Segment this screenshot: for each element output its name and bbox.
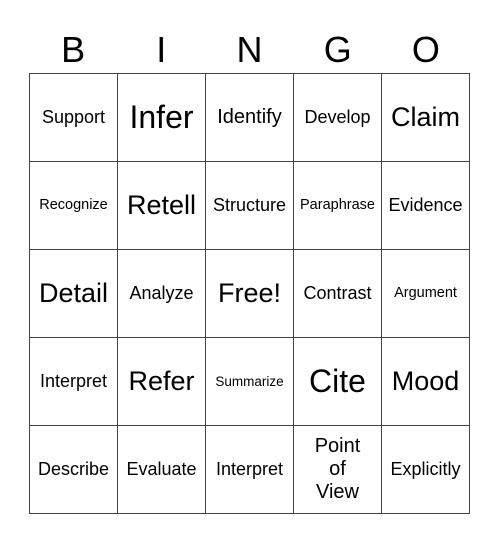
bingo-cell: Mood [381, 337, 469, 425]
bingo-cell: Identify [205, 73, 293, 161]
header-letter-b: B [61, 29, 86, 70]
bingo-header: B I N G O [29, 28, 470, 72]
header-letter-o: O [411, 29, 440, 70]
header-letter-i: I [156, 29, 167, 70]
bingo-cell-free: Free! [205, 249, 293, 337]
bingo-cell: Evaluate [117, 425, 205, 513]
bingo-cell: Point of View [293, 425, 381, 513]
bingo-cell: Contrast [293, 249, 381, 337]
bingo-cell: Summarize [205, 337, 293, 425]
bingo-cell: Infer [117, 73, 205, 161]
bingo-cell: Describe [29, 425, 117, 513]
header-letter-g: G [323, 29, 352, 70]
bingo-cell: Interpret [205, 425, 293, 513]
bingo-cell: Claim [381, 73, 469, 161]
bingo-cell: Refer [117, 337, 205, 425]
header-letter-n: N [236, 29, 263, 70]
bingo-cell: Recognize [29, 161, 117, 249]
bingo-cell: Support [29, 73, 117, 161]
bingo-card-grid: Support Infer Identify Develop Claim Rec… [29, 73, 470, 514]
bingo-cell: Retell [117, 161, 205, 249]
bingo-cell: Cite [293, 337, 381, 425]
bingo-cell: Develop [293, 73, 381, 161]
bingo-cell: Analyze [117, 249, 205, 337]
bingo-cell: Interpret [29, 337, 117, 425]
bingo-cell: Argument [381, 249, 469, 337]
bingo-cell: Paraphrase [293, 161, 381, 249]
bingo-cell: Detail [29, 249, 117, 337]
bingo-cell: Explicitly [381, 425, 469, 513]
bingo-cell: Evidence [381, 161, 469, 249]
bingo-cell: Structure [205, 161, 293, 249]
